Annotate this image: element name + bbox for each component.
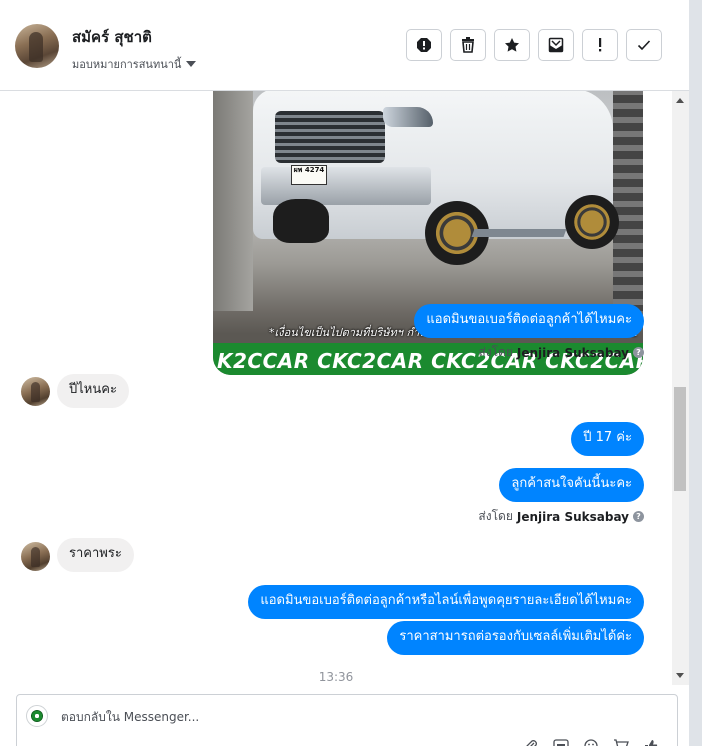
trash-icon: [462, 37, 474, 53]
message-out[interactable]: แอดมินขอเบอร์ติดต่อลูกค้าหรือไลน์เพื่อพู…: [248, 585, 644, 619]
message-in[interactable]: ราคาพระ: [57, 538, 134, 572]
conversation-header: สมัคร์ สุชาติ มอบหมายการสนทนานี้: [0, 0, 689, 91]
message-thread: ผพ 4274 *เงื่อนไขเป็นไปตามที่บริษัทฯ กำห…: [0, 91, 672, 685]
mark-spam-button[interactable]: [406, 29, 442, 61]
message-in[interactable]: ปีไหนคะ: [57, 374, 129, 408]
mark-spam-icon: [417, 38, 431, 52]
cart-icon: [614, 739, 629, 746]
assign-conversation-dropdown[interactable]: มอบหมายการสนทนานี้: [72, 55, 197, 73]
check-icon: [637, 40, 651, 51]
message-out[interactable]: ราคาสามารถต่อรองกับเซลล์เพิ่มเติมได้ค่ะ: [387, 621, 644, 655]
gif-icon: [553, 739, 569, 746]
sent-by-label: ส่งโดย Jenjira Suksabay ?: [478, 343, 644, 362]
attach-button[interactable]: [523, 739, 539, 746]
reply-composer: [16, 694, 678, 746]
star-button[interactable]: [494, 29, 530, 61]
scroll-up-icon[interactable]: [676, 98, 684, 103]
header-actions: [406, 29, 662, 61]
message-timestamp: 13:36: [318, 670, 354, 684]
scroll-down-icon[interactable]: [676, 673, 684, 678]
assign-label: มอบหมายการสนทนานี้: [72, 58, 182, 71]
help-icon[interactable]: ?: [633, 511, 644, 522]
emoji-icon: [584, 739, 598, 746]
composer-tools: [523, 739, 659, 746]
shop-button[interactable]: [613, 739, 629, 746]
emoji-button[interactable]: [583, 739, 599, 746]
contact-avatar-small[interactable]: [21, 542, 50, 571]
mark-done-button[interactable]: [626, 29, 662, 61]
conversation-panel: สมัคร์ สุชาติ มอบหมายการสนทนานี้ ผพ 4274…: [0, 0, 690, 746]
page-avatar: [26, 705, 48, 727]
like-button[interactable]: [643, 739, 659, 746]
message-out[interactable]: ลูกค้าสนใจคันนี้นะคะ: [499, 468, 644, 502]
like-icon: [645, 740, 658, 746]
wheel-rear: [565, 195, 619, 249]
delete-button[interactable]: [450, 29, 486, 61]
reply-input[interactable]: [61, 707, 621, 727]
exclamation-icon: [599, 38, 602, 52]
help-icon[interactable]: ?: [633, 347, 644, 358]
license-plate: ผพ 4274: [291, 165, 327, 185]
contact-name[interactable]: สมัคร์ สุชาติ: [72, 25, 152, 49]
mark-unread-icon: [548, 37, 564, 53]
sent-by-label: ส่งโดย Jenjira Suksabay ?: [478, 507, 644, 526]
caret-down-icon: [186, 61, 197, 67]
attachment-icon: [526, 740, 537, 746]
page-background-strip: [689, 0, 702, 746]
contact-avatar-small[interactable]: [21, 377, 50, 406]
star-icon: [505, 38, 519, 52]
contact-avatar[interactable]: [15, 24, 59, 68]
scrollbar-thumb[interactable]: [674, 387, 686, 491]
gif-button[interactable]: [553, 739, 569, 746]
mark-unread-button[interactable]: [538, 29, 574, 61]
thread-scrollbar[interactable]: [672, 91, 689, 685]
message-out[interactable]: ปี 17 ค่ะ: [571, 422, 644, 456]
follow-up-button[interactable]: [582, 29, 618, 61]
message-out[interactable]: แอดมินขอเบอร์ติดต่อลูกค้าได้ไหมคะ: [414, 304, 644, 338]
